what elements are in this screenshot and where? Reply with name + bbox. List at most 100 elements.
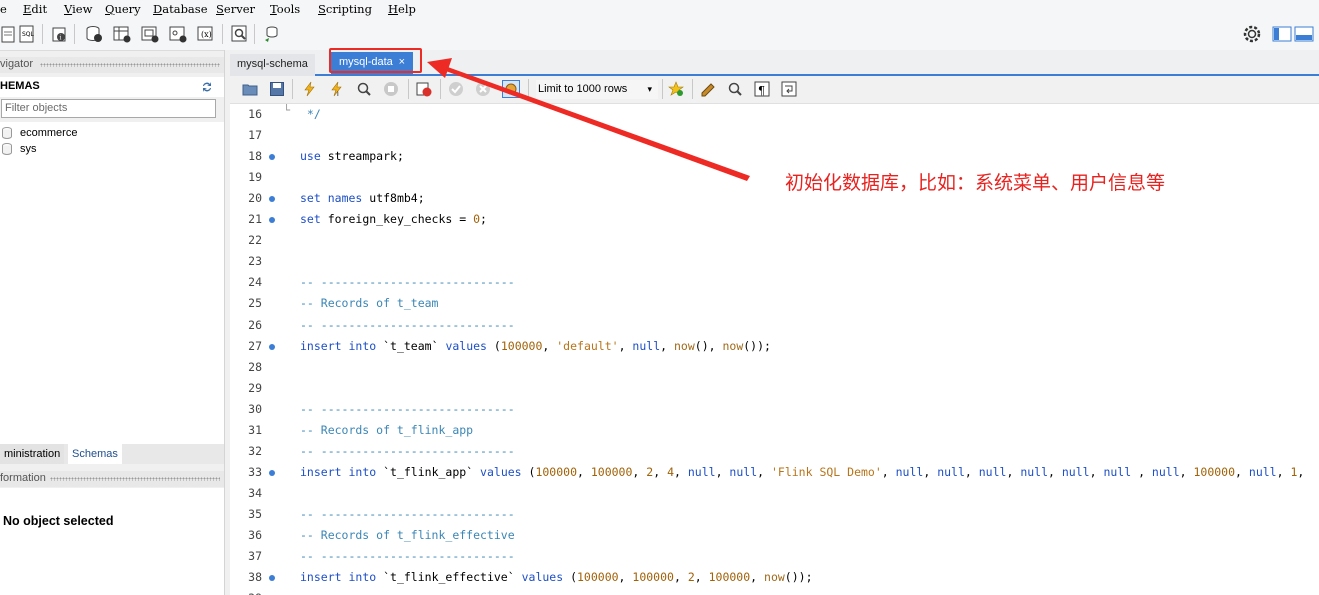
no-object-selected-text: No object selected	[3, 514, 114, 528]
menu-bar: e Edit View Query Database Server Tools …	[0, 0, 1319, 18]
code-token: `t_flink_app`	[376, 464, 481, 479]
stop-on-error-icon[interactable]	[416, 81, 432, 97]
statement-marker-icon	[269, 469, 275, 476]
toolbar-separator	[42, 24, 43, 44]
menu-help[interactable]: Help	[388, 2, 416, 16]
create-view-icon[interactable]	[140, 24, 160, 44]
invisible-characters-icon[interactable]: ¶	[754, 81, 770, 97]
explain-icon[interactable]	[356, 81, 372, 97]
code-token: -- ----------------------------	[300, 506, 515, 521]
code-line: -- ----------------------------	[300, 549, 515, 563]
code-line: -- ----------------------------	[300, 402, 515, 416]
code-token: ,	[1179, 464, 1194, 479]
rollback-icon[interactable]	[475, 81, 491, 97]
settings-gear-icon[interactable]	[1242, 24, 1262, 44]
filter-objects-input[interactable]: Filter objects	[1, 99, 216, 118]
code-line: set foreign_key_checks = 0;	[300, 212, 487, 226]
toggle-sidebar-icon[interactable]	[1272, 24, 1292, 44]
code-token: set	[300, 212, 321, 227]
code-token: ,	[618, 570, 633, 585]
database-icon	[2, 143, 12, 155]
save-icon[interactable]	[269, 81, 285, 97]
open-sql-script-icon[interactable]: SQL	[18, 24, 38, 44]
panel-grip	[50, 477, 220, 481]
toggle-output-panel-icon[interactable]	[1294, 24, 1314, 44]
code-token: ,	[1297, 464, 1305, 479]
code-line: insert into `t_team` values (100000, 'de…	[300, 339, 771, 353]
commit-icon[interactable]	[448, 81, 464, 97]
code-line: -- ----------------------------	[300, 318, 515, 332]
code-token: null	[1020, 464, 1049, 479]
tab-label: mysql-schema	[237, 58, 308, 70]
code-token: insert	[300, 338, 342, 353]
navigator-header: vigator	[0, 57, 224, 73]
wrap-lines-icon[interactable]	[781, 81, 797, 97]
code-line: -- ----------------------------	[300, 507, 515, 521]
code-token: ());	[743, 338, 771, 353]
line-number: 25	[248, 296, 262, 311]
search-table-data-icon[interactable]	[230, 24, 250, 44]
menu-query[interactable]: Query	[105, 2, 141, 16]
menu-edit[interactable]: Edit	[23, 2, 47, 16]
code-token: (),	[694, 338, 723, 353]
information-header: formation	[0, 471, 224, 487]
line-number: 20	[248, 191, 262, 206]
menu-server[interactable]: Server	[216, 2, 255, 16]
execute-current-statement-icon[interactable]: I	[329, 81, 345, 97]
code-token: values	[445, 338, 487, 353]
line-number: 19	[248, 170, 262, 185]
refresh-icon[interactable]	[200, 80, 214, 94]
open-folder-icon[interactable]	[242, 81, 258, 97]
code-token: null	[1103, 464, 1132, 479]
tab-administration[interactable]: ministration	[0, 444, 65, 464]
menu-file[interactable]: e	[0, 2, 7, 16]
beautify-icon[interactable]	[700, 81, 716, 97]
code-token: 'Flink SQL Demo'	[770, 464, 882, 479]
code-token: set	[300, 191, 321, 206]
create-function-icon[interactable]: (x)	[196, 24, 216, 44]
inspector-icon[interactable]: i	[50, 24, 70, 44]
database-icon	[2, 127, 12, 139]
code-token: 100000	[590, 464, 633, 479]
new-sql-tab-icon[interactable]	[0, 24, 20, 44]
line-gutter: 16 └ 17 18 19 20 21 22 23 24 25 26 27 28 29 30 31 32 33 34 3…	[230, 104, 296, 595]
find-replace-icon[interactable]	[727, 81, 743, 97]
code-token: ,	[1048, 464, 1062, 479]
code-line: set names utf8mb4;	[300, 191, 425, 205]
code-token: streampark;	[320, 149, 404, 164]
line-number: 30	[248, 401, 262, 416]
toolbar-separator	[74, 24, 75, 44]
create-schema-icon[interactable]	[84, 24, 104, 44]
menu-tools[interactable]: Tools	[270, 2, 300, 16]
fold-marker-icon: └	[283, 104, 290, 117]
reconnect-icon[interactable]	[262, 24, 282, 44]
create-table-icon[interactable]	[112, 24, 132, 44]
create-procedure-icon[interactable]	[168, 24, 188, 44]
tab-mysql-schema[interactable]: mysql-schema	[230, 54, 315, 76]
line-number: 36	[248, 528, 262, 542]
code-token: -- Records of t_team	[300, 296, 439, 311]
line-number: 34	[248, 485, 262, 500]
schemas-title: HEMAS	[0, 80, 40, 92]
code-token: ,	[1235, 464, 1249, 479]
execute-icon[interactable]	[302, 81, 318, 97]
menu-database[interactable]: Database	[153, 2, 208, 16]
code-line: insert into `t_flink_app` values (100000…	[300, 465, 1304, 479]
menu-view[interactable]: View	[64, 2, 92, 16]
code-token: ,	[694, 570, 709, 585]
statement-marker-icon	[269, 217, 275, 224]
code-token: ,	[660, 338, 674, 353]
code-token: into	[348, 338, 377, 353]
tab-schemas[interactable]: Schemas	[68, 444, 122, 464]
menu-scripting[interactable]: Scripting	[318, 2, 372, 16]
toggle-autocommit-icon[interactable]	[502, 80, 520, 98]
code-token: into	[348, 464, 377, 479]
schema-name: sys	[20, 143, 37, 155]
code-token: 100000	[500, 338, 543, 353]
svg-text:I: I	[337, 91, 339, 97]
limit-rows-select[interactable]: Limit to 1000 rows ▾	[536, 80, 658, 99]
stop-icon[interactable]	[383, 81, 399, 97]
add-snippet-icon[interactable]	[668, 81, 684, 97]
code-token: 100000	[708, 570, 751, 585]
code-token: ,	[757, 464, 771, 479]
